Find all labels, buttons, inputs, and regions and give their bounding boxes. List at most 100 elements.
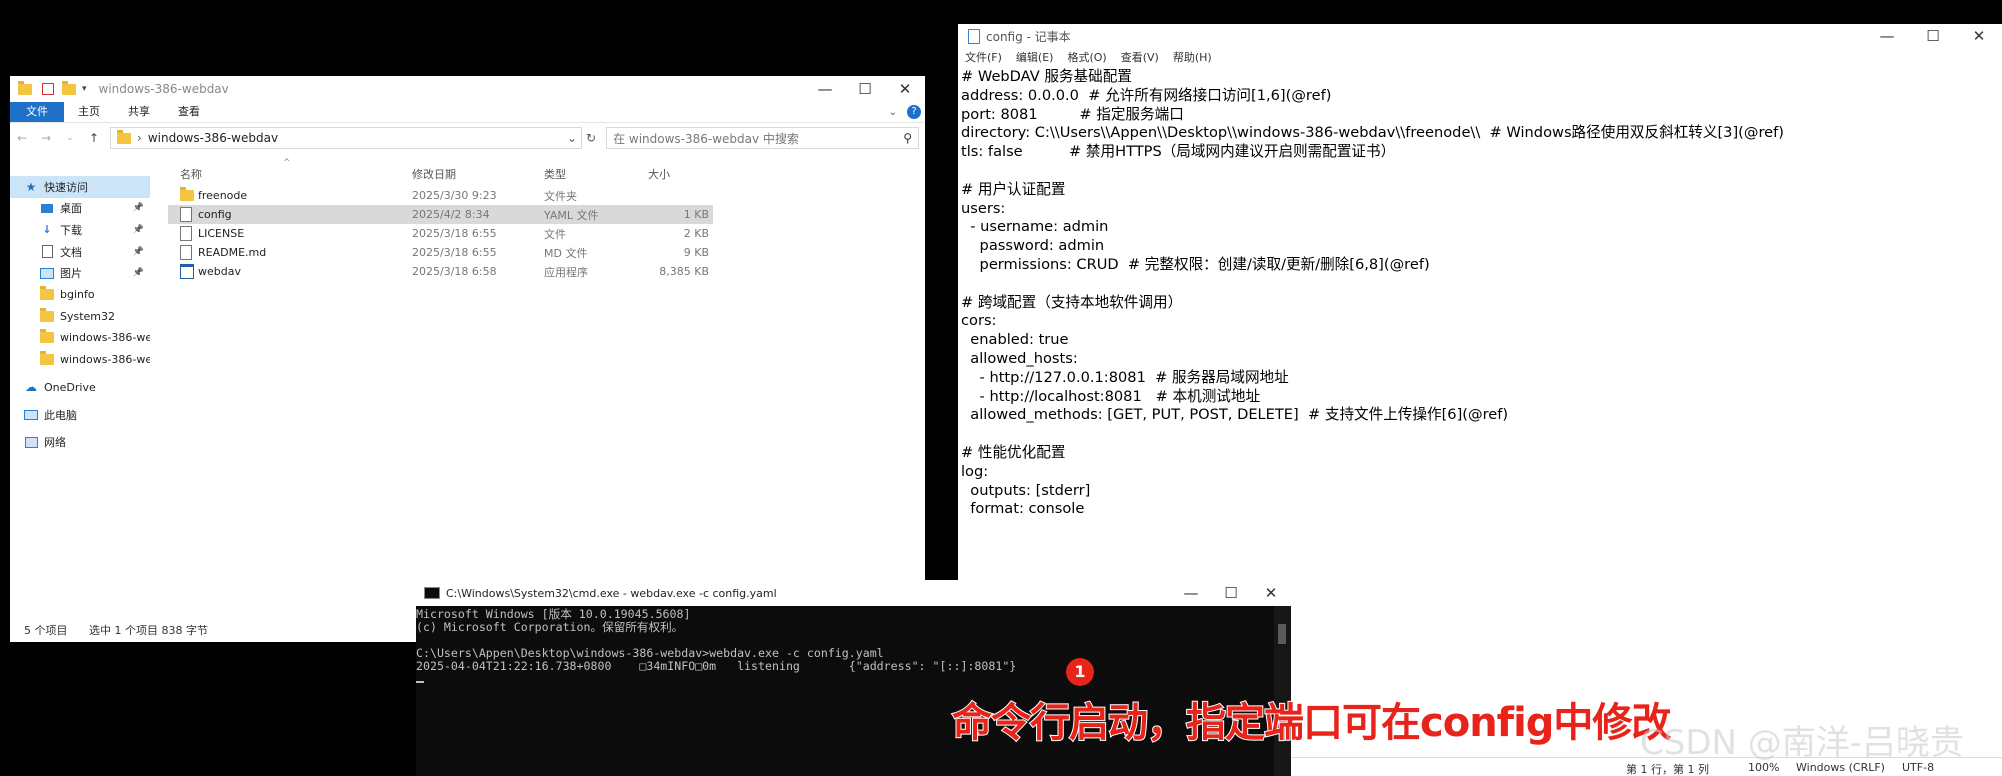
nav-item[interactable]: windows-386-web (10, 349, 150, 371)
nav-item-label: windows-386-web (60, 353, 150, 367)
notepad-menubar: 文件(F) 编辑(E) 格式(O) 查看(V) 帮助(H) (958, 48, 2002, 66)
cloud-icon: ☁ (25, 380, 37, 395)
tab-view[interactable]: 查看 (164, 102, 214, 122)
nav-item[interactable]: 图片 📌 (10, 262, 150, 284)
annotation-text: 命令行启动，指定端口可在config中修改 (951, 699, 1672, 747)
breadcrumb-chevron-icon[interactable]: › (137, 131, 142, 145)
file-row[interactable]: config 2025/4/2 8:34 YAML 文件 1 KB (168, 205, 713, 224)
file-size: 1 KB (683, 208, 709, 221)
menu-file[interactable]: 文件(F) (958, 49, 1009, 65)
maximize-button[interactable]: ☐ (1910, 27, 1956, 45)
file-date: 2025/3/30 9:23 (412, 189, 497, 202)
tab-file[interactable]: 文件 (10, 102, 64, 122)
forward-icon[interactable]: → (34, 131, 58, 145)
menu-help[interactable]: 帮助(H) (1166, 49, 1219, 65)
file-type: 文件夹 (544, 189, 577, 203)
nav-item[interactable]: System32 (10, 306, 150, 328)
menu-edit[interactable]: 编辑(E) (1009, 49, 1061, 65)
desktop-icon (40, 203, 54, 213)
notepad-title: config - 记事本 (986, 29, 1071, 44)
help-icon[interactable]: ? (907, 105, 921, 119)
folder-icon (40, 307, 54, 322)
search-input[interactable]: 在 windows-386-webdav 中搜索 ⚲ (606, 127, 920, 149)
nav-item-label: windows-386-web (60, 331, 150, 345)
folder-icon (117, 129, 131, 144)
nav-item[interactable]: 网络 (10, 432, 150, 454)
minimize-button[interactable]: — (1171, 584, 1211, 602)
scrollbar-thumb[interactable] (1278, 624, 1286, 644)
search-icon[interactable]: ⚲ (903, 131, 912, 145)
nav-item[interactable]: bginfo (10, 284, 150, 306)
nav-item[interactable]: windows-386-web (10, 327, 150, 349)
nav-item[interactable]: 此电脑 (10, 404, 150, 426)
network-icon (24, 436, 38, 448)
address-dropdown-icon[interactable]: ⌄ (567, 131, 577, 145)
nav-item[interactable]: 文档 📌 (10, 241, 150, 263)
expand-ribbon-icon[interactable]: ⌄ (889, 107, 897, 118)
refresh-icon[interactable]: ↻ (586, 131, 596, 145)
close-button[interactable]: ✕ (885, 80, 925, 98)
nav-item-label: 下载 (60, 223, 82, 237)
column-name[interactable]: 名称 (180, 166, 202, 182)
explorer-titlebar: ▾ windows-386-webdav — ☐ ✕ (10, 76, 925, 102)
status-bar: 5 个项目 选中 1 个项目 838 字节 (24, 622, 208, 638)
breadcrumb[interactable]: windows-386-webdav (148, 131, 278, 145)
pc-icon (24, 409, 38, 420)
up-icon[interactable]: ↑ (82, 131, 106, 145)
customize-qa-icon[interactable]: ▾ (82, 84, 87, 94)
pin-icon[interactable]: 📌 (133, 225, 144, 235)
maximize-button[interactable]: ☐ (845, 80, 885, 98)
cmd-title: C:\Windows\System32\cmd.exe - webdav.exe… (446, 586, 777, 600)
navigation-pane: ★ 快速访问 桌面 📌 ↓ 下载 📌 文档 📌 图片 📌 bginfo System32 windows-… (10, 176, 150, 453)
tab-home[interactable]: 主页 (64, 102, 114, 122)
address-bar[interactable]: › windows-386-webdav ⌄ (110, 127, 582, 149)
properties-icon[interactable] (42, 83, 54, 95)
cmd-icon (424, 587, 440, 599)
nav-item[interactable]: ★ 快速访问 (10, 176, 150, 198)
back-icon[interactable]: ← (10, 131, 34, 145)
column-type[interactable]: 类型 (544, 166, 566, 182)
folder-icon (180, 187, 194, 201)
nav-item[interactable]: ↓ 下载 📌 (10, 219, 150, 241)
file-type: 文件 (544, 227, 566, 241)
file-row[interactable]: freenode 2025/3/30 9:23 文件夹 (168, 186, 713, 205)
nav-item[interactable]: ☁ OneDrive (10, 376, 150, 398)
maximize-button[interactable]: ☐ (1211, 584, 1251, 602)
selection-info: 选中 1 个项目 838 字节 (89, 624, 208, 637)
new-folder-icon[interactable] (62, 80, 76, 95)
window-title: windows-386-webdav (98, 82, 229, 96)
pin-icon[interactable]: 📌 (133, 247, 144, 257)
minimize-button[interactable]: — (805, 80, 845, 98)
file-row[interactable]: LICENSE 2025/3/18 6:55 文件 2 KB (168, 224, 713, 243)
close-button[interactable]: ✕ (1251, 584, 1291, 602)
menu-format[interactable]: 格式(O) (1060, 49, 1113, 65)
nav-item-label: 桌面 (60, 202, 82, 216)
file-name: README.md (198, 246, 267, 259)
text-editor[interactable]: # WebDAV 服务基础配置 address: 0.0.0.0 # 允许所有网… (961, 68, 1784, 519)
nav-item[interactable]: 桌面 📌 (10, 198, 150, 220)
tab-share[interactable]: 共享 (114, 102, 164, 122)
file-row[interactable]: webdav 2025/3/18 6:58 应用程序 8,385 KB (168, 262, 713, 281)
pin-icon[interactable]: 📌 (133, 268, 144, 278)
recent-icon[interactable]: ⌄ (58, 133, 82, 143)
application-icon (180, 264, 194, 279)
minimize-button[interactable]: — (1864, 27, 1910, 45)
nav-item-label: 快速访问 (44, 180, 88, 194)
folder-icon (40, 329, 54, 344)
file-name: webdav (198, 265, 241, 278)
file-date: 2025/3/18 6:58 (412, 265, 497, 278)
close-button[interactable]: ✕ (1956, 27, 2002, 45)
file-name: freenode (198, 189, 248, 202)
pin-icon[interactable]: 📌 (133, 203, 144, 213)
download-icon: ↓ (42, 223, 52, 237)
folder-icon (18, 80, 32, 95)
item-count: 5 个项目 (24, 624, 68, 637)
column-size[interactable]: 大小 (648, 166, 670, 182)
file-row[interactable]: README.md 2025/3/18 6:55 MD 文件 9 KB (168, 243, 713, 262)
nav-item-label: 网络 (44, 436, 66, 450)
column-headers: 名称 ^ 修改日期 类型 大小 (168, 158, 708, 182)
file-date: 2025/3/18 6:55 (412, 227, 497, 240)
file-size: 8,385 KB (659, 265, 709, 278)
menu-view[interactable]: 查看(V) (1114, 49, 1166, 65)
column-date[interactable]: 修改日期 (412, 166, 456, 182)
